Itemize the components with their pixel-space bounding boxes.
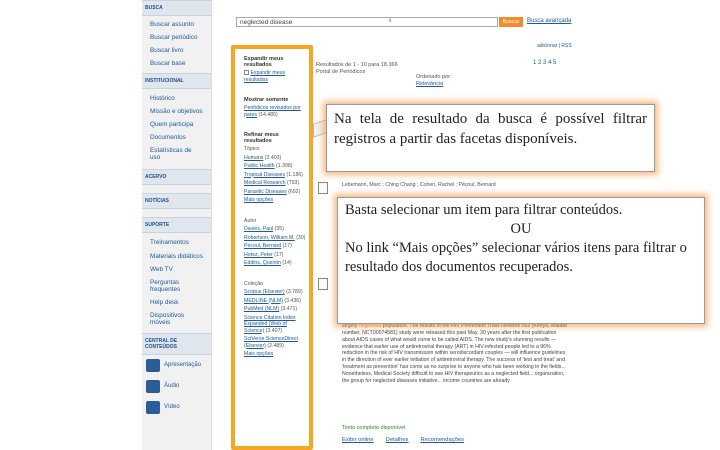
nav-estatisticas[interactable]: Estatísticas de uso [142, 144, 211, 164]
callout-or-text: OU [510, 221, 532, 237]
section-header-acervo[interactable]: ACERVO [142, 169, 211, 186]
abstract-body: population. The results of the HIV Preve… [342, 323, 568, 384]
nav-buscar-assunto[interactable]: Buscar assunto [142, 18, 211, 31]
nav-video[interactable]: Vídeo [142, 397, 211, 418]
view-online-link[interactable]: Exibir online [342, 437, 374, 443]
sort-control[interactable]: Ordenado por: Relevância [416, 74, 451, 88]
section-header-central: CENTRAL DE CONTEÚDOS [142, 332, 211, 355]
nav-perguntas[interactable]: Perguntas frequentes [142, 276, 211, 296]
callout-select-text: Basta selecionar um item para filtrar co… [345, 202, 623, 218]
nav-audio[interactable]: Áudio [142, 376, 211, 397]
nav-missao[interactable]: Missão e objetivos [142, 105, 211, 118]
section-header-busca: BUSCA [142, 0, 211, 16]
nav-documentos[interactable]: Documentos [142, 131, 211, 144]
sort-value[interactable]: Relevância [416, 81, 451, 88]
section-header-suporte: SUPORTE [142, 217, 211, 234]
result-actions: Exibir online Detalhes Recomendações [342, 437, 464, 443]
nav-materiais[interactable]: Materiais didáticos [142, 250, 211, 263]
advanced-search-link[interactable]: Busca avançada [527, 18, 571, 24]
speaker-icon [146, 379, 160, 393]
results-header: Resultados de 1 - 10 para 18.366 Portal … [316, 40, 570, 75]
recommendations-link[interactable]: Recomendações [420, 437, 464, 443]
result-abstract: largely neglected population. The result… [342, 323, 568, 385]
document-icon [318, 182, 328, 194]
result-authors: Lebemann, Marc ; Ching Chang ; Cohen, Ra… [342, 182, 496, 188]
results-count: Resultados de 1 - 10 para 18.366 [316, 62, 398, 68]
document-icon [318, 278, 328, 290]
callout-select-info: Basta selecionar um item para filtrar co… [337, 197, 705, 324]
callout-facets-text: Na tela de resultado da busca é possível… [334, 111, 647, 147]
nav-apresentacao[interactable]: Apresentação [142, 355, 211, 376]
fulltext-available[interactable]: Texto completo disponível [342, 425, 405, 431]
nav-audio-label: Áudio [164, 383, 180, 390]
nav-buscar-periodico[interactable]: Buscar periódico [142, 31, 211, 44]
presentation-icon [146, 358, 160, 372]
clear-search-icon[interactable]: x [386, 18, 394, 26]
nav-web-tv[interactable]: Web TV [142, 263, 211, 276]
nav-treinamentos[interactable]: Treinamentos [142, 236, 211, 249]
nav-historico[interactable]: Histórico [142, 92, 211, 105]
pagination[interactable]: 1 2 3 4 5 [533, 60, 556, 66]
callout-more-options-text: No link “Mais opções” selecionar vários … [345, 240, 687, 275]
nav-apresentacao-label: Apresentação [164, 362, 202, 369]
nav-help-desk[interactable]: Help desk [142, 296, 211, 309]
video-camera-icon [146, 400, 160, 414]
facets-highlight-frame [231, 45, 313, 450]
section-header-institucional: INSTITUCIONAL [142, 73, 211, 90]
search-button[interactable]: Buscar [499, 17, 523, 27]
sort-label: Ordenado por: [416, 74, 452, 80]
nav-buscar-livro[interactable]: Buscar livro [142, 44, 211, 57]
rss-link[interactable]: adicionar | RSS [537, 43, 572, 49]
nav-video-label: Vídeo [164, 404, 180, 411]
section-header-noticias[interactable]: NOTÍCIAS [142, 193, 211, 210]
search-input[interactable]: neglected disease [236, 17, 498, 27]
nav-quem-participa[interactable]: Quem participa [142, 118, 211, 131]
blank-left-margin [0, 0, 142, 450]
left-sidebar: BUSCA Buscar assunto Buscar periódico Bu… [142, 0, 212, 450]
details-link[interactable]: Detalhes [386, 437, 409, 443]
nav-dispositivos[interactable]: Dispositivos móveis [142, 309, 211, 329]
nav-buscar-base[interactable]: Buscar base [142, 57, 211, 70]
callout-facets-info: Na tela de resultado da busca é possível… [326, 104, 655, 172]
